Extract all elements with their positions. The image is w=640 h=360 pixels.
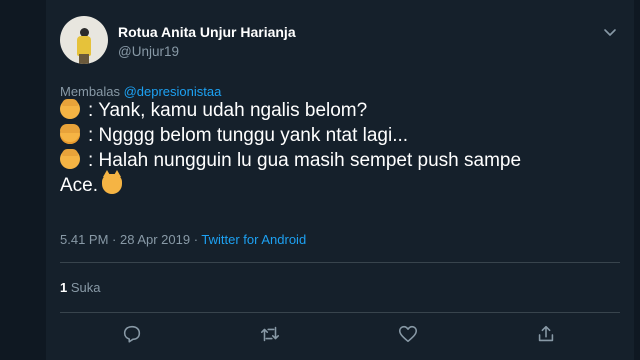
reply-prefix: Membalas bbox=[60, 84, 120, 99]
tweet-line: : Yank, kamu udah ngalis belom? bbox=[60, 98, 620, 123]
avatar-figure-body bbox=[77, 36, 91, 56]
divider bbox=[60, 262, 620, 263]
reply-context: Membalas @depresionistaa bbox=[60, 84, 221, 99]
like-count[interactable]: 1 Suka bbox=[60, 280, 100, 295]
tweet-text: : Yank, kamu udah ngalis belom? : Ngggg … bbox=[60, 98, 620, 198]
man-emoji bbox=[60, 149, 80, 169]
right-edge bbox=[634, 0, 640, 360]
pouting-cat-emoji bbox=[102, 170, 123, 194]
reply-mention-link[interactable]: @depresionistaa bbox=[124, 84, 222, 99]
like-count-label: Suka bbox=[67, 280, 101, 295]
chevron-down-icon[interactable] bbox=[602, 24, 618, 40]
tweet-line-text: : Ngggg belom tunggu yank ntat lagi... bbox=[88, 125, 409, 146]
left-edge bbox=[0, 0, 46, 360]
author-name[interactable]: Rotua Anita Unjur Harianja bbox=[118, 24, 296, 40]
tweet-line-text: : Halah nungguin lu gua masih sempet pus… bbox=[88, 150, 522, 171]
reply-icon[interactable] bbox=[120, 322, 144, 346]
woman-emoji bbox=[60, 124, 80, 144]
tweet-line-text: Ace. bbox=[60, 175, 99, 196]
avatar-figure-legs bbox=[79, 54, 89, 64]
heart-icon[interactable] bbox=[396, 322, 420, 346]
tweet-metadata: 5.41 PM · 28 Apr 2019 · Twitter for Andr… bbox=[60, 232, 306, 247]
man-emoji bbox=[60, 99, 80, 119]
tweet-timestamp[interactable]: 5.41 PM · 28 Apr 2019 · bbox=[60, 232, 201, 247]
divider bbox=[60, 312, 620, 313]
tweet-header: Rotua Anita Unjur Harianja @Unjur19 bbox=[60, 16, 620, 68]
avatar[interactable] bbox=[60, 16, 108, 64]
retweet-icon[interactable] bbox=[258, 322, 282, 346]
tweet-actions bbox=[60, 318, 620, 350]
tweet-line: : Ngggg belom tunggu yank ntat lagi... bbox=[60, 123, 620, 148]
author-handle[interactable]: @Unjur19 bbox=[118, 44, 179, 59]
share-icon[interactable] bbox=[534, 322, 558, 346]
tweet-line-text: : Yank, kamu udah ngalis belom? bbox=[88, 100, 368, 121]
tweet-card: Rotua Anita Unjur Harianja @Unjur19 Memb… bbox=[46, 0, 634, 360]
tweet-line: : Halah nungguin lu gua masih sempet pus… bbox=[60, 148, 620, 173]
tweet-source-link[interactable]: Twitter for Android bbox=[201, 232, 306, 247]
tweet-line: Ace. bbox=[60, 170, 620, 198]
